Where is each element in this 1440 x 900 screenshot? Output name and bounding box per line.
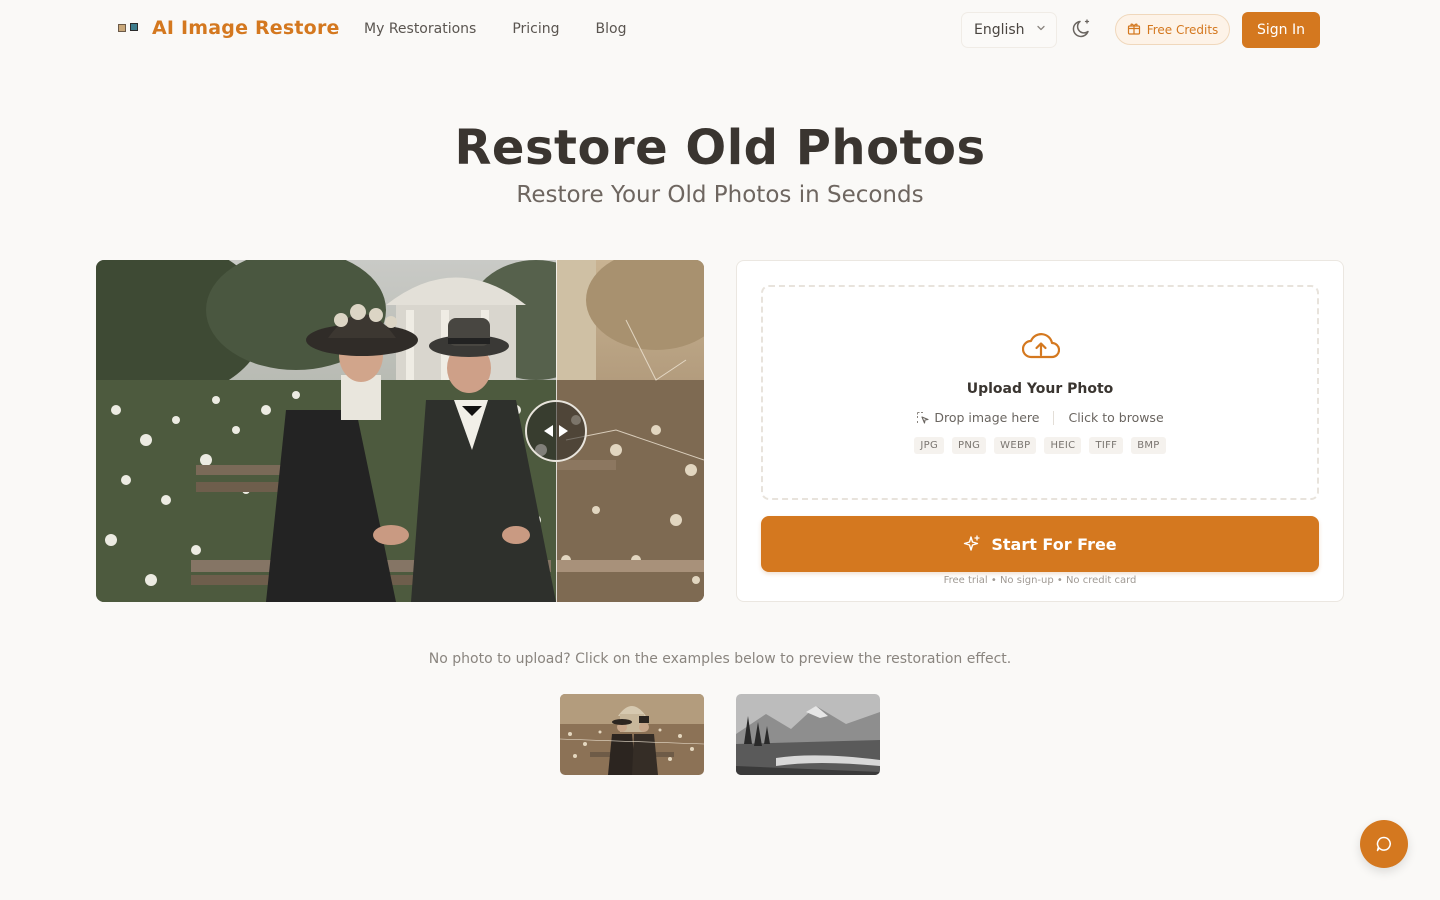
browse-link[interactable]: Click to browse: [1068, 410, 1163, 425]
chat-bubble-icon: [1376, 836, 1391, 852]
upload-dropzone[interactable]: Upload Your Photo Drop image here Click …: [761, 285, 1319, 500]
page-title: Restore Old Photos: [454, 120, 986, 176]
main-nav: My Restorations Pricing Blog: [364, 21, 626, 37]
arrows-left-right-icon: [544, 425, 568, 437]
format-badge: TIFF: [1089, 437, 1124, 454]
chat-button[interactable]: [1360, 820, 1408, 868]
nav-my-restorations[interactable]: My Restorations: [364, 21, 476, 37]
supported-formats: JPG PNG WEBP HEIC TIFF BMP: [763, 437, 1317, 454]
start-button-label: Start For Free: [991, 534, 1117, 554]
chevron-down-icon: [1035, 22, 1047, 38]
theme-toggle-moon-icon[interactable]: [1070, 17, 1094, 41]
sign-in-button[interactable]: Sign In: [1242, 12, 1320, 48]
format-badge: JPG: [914, 437, 944, 454]
language-value: English: [974, 22, 1025, 38]
page-subtitle: Restore Your Old Photos in Seconds: [516, 182, 924, 208]
upload-card: Upload Your Photo Drop image here Click …: [736, 260, 1344, 602]
drag-drop-icon: [917, 412, 929, 424]
nav-blog[interactable]: Blog: [596, 21, 627, 37]
header: AI Image Restore My Restorations Pricing…: [0, 0, 1440, 60]
free-credits-label: Free Credits: [1146, 22, 1219, 37]
upload-title: Upload Your Photo: [966, 381, 1114, 397]
start-for-free-button[interactable]: Start For Free: [761, 516, 1319, 572]
format-badge: HEIC: [1044, 437, 1082, 454]
cloud-upload-icon: [1022, 333, 1060, 359]
trial-note: Free trial • No sign-up • No credit card: [943, 575, 1137, 586]
brand-name: AI Image Restore: [152, 17, 340, 39]
example-thumbnail-landscape[interactable]: [736, 694, 880, 775]
examples-hint: No photo to upload? Click on the example…: [428, 651, 1012, 667]
sparkles-icon: [964, 535, 980, 551]
drop-hint: Drop image here: [916, 410, 1039, 425]
free-credits-button[interactable]: Free Credits: [1115, 14, 1230, 45]
brand-logo[interactable]: AI Image Restore: [116, 17, 340, 39]
restored-photo: [96, 260, 704, 602]
before-after-comparison[interactable]: [96, 260, 704, 602]
nav-pricing[interactable]: Pricing: [512, 21, 559, 37]
compare-slider-handle[interactable]: [525, 400, 587, 462]
divider: [1053, 410, 1055, 425]
example-thumbnail-couple[interactable]: [560, 694, 704, 775]
gift-icon: [1127, 21, 1141, 38]
format-badge: PNG: [952, 437, 987, 454]
format-badge: BMP: [1131, 437, 1166, 454]
upload-actions: Drop image here Click to browse: [763, 410, 1317, 425]
format-badge: WEBP: [994, 437, 1037, 454]
drop-label: Drop image here: [934, 410, 1040, 425]
language-select[interactable]: English: [962, 13, 1056, 47]
logo-icon: [116, 22, 142, 34]
